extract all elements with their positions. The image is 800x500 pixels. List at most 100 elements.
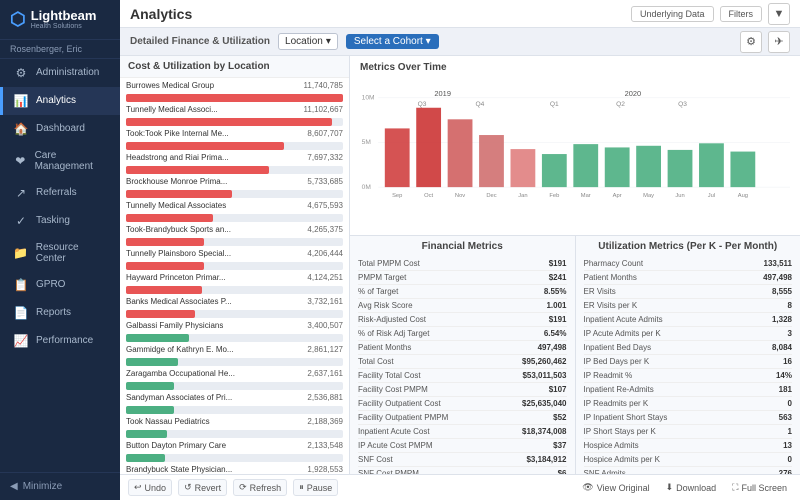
- share-icon-button[interactable]: ✈: [768, 31, 790, 53]
- sidebar-item-label: GPRO: [36, 279, 65, 290]
- sidebar-item-performance[interactable]: 📈 Performance: [0, 327, 120, 355]
- svg-text:Feb: Feb: [549, 193, 559, 199]
- metrics-row: SNF Cost PMPM $6: [358, 467, 567, 474]
- metrics-key: Hospice Admits per K: [584, 455, 660, 464]
- metrics-key: IP Readmits per K: [584, 399, 649, 408]
- svg-text:2020: 2020: [625, 89, 642, 98]
- full-screen-button[interactable]: ⛶ Full Screen: [727, 480, 792, 495]
- download-button[interactable]: ⬇ Download: [661, 480, 722, 495]
- metrics-key: Hospice Admits: [584, 441, 639, 450]
- list-item: Zaragamba Occupational He... 2,637,161: [126, 369, 343, 390]
- sidebar-item-label: Dashboard: [36, 123, 85, 134]
- metrics-row: Facility Outpatient Cost $25,635,040: [358, 397, 567, 411]
- undo-button[interactable]: ↩ Undo: [128, 479, 172, 496]
- metrics-value: 133,511: [764, 259, 792, 268]
- metrics-row: ER Visits per K 8: [584, 299, 793, 313]
- bar-fill: [126, 94, 343, 102]
- refresh-label: Refresh: [250, 483, 282, 493]
- settings-icon-button[interactable]: ⚙: [740, 31, 762, 53]
- bar-value: 5,733,685: [307, 177, 343, 186]
- sidebar-item-analytics[interactable]: 📊 Analytics: [0, 87, 120, 115]
- full-screen-label: Full Screen: [741, 483, 787, 493]
- metrics-key: Facility Cost PMPM: [358, 385, 428, 394]
- sidebar-item-tasking[interactable]: ✓ Tasking: [0, 207, 120, 235]
- metrics-row: % of Risk Adj Target 6.54%: [358, 327, 567, 341]
- sidebar: ⬡ Lightbeam Health Solutions Rosenberger…: [0, 0, 120, 500]
- cohort-select[interactable]: Select a Cohort ▾: [346, 34, 439, 49]
- utilization-metrics-panel: Utilization Metrics (Per K - Per Month) …: [576, 236, 800, 474]
- user-info: Rosenberger, Eric: [0, 40, 120, 59]
- list-item: Sandyman Associates of Pri... 2,536,881: [126, 393, 343, 414]
- filter-icon-button[interactable]: ▼: [768, 3, 790, 25]
- metrics-row: Hospice Admits 13: [584, 439, 793, 453]
- metrics-value: $95,260,462: [522, 357, 567, 366]
- sidebar-item-reports[interactable]: 📄 Reports: [0, 299, 120, 327]
- svg-text:Q1: Q1: [550, 101, 559, 108]
- refresh-button[interactable]: ⟳ Refresh: [233, 479, 287, 496]
- metrics-value: 8,555: [772, 287, 792, 296]
- list-item: Button Dayton Primary Care 2,133,548: [126, 441, 343, 462]
- svg-text:Q3: Q3: [418, 101, 427, 108]
- underlying-data-button[interactable]: Underlying Data: [631, 6, 714, 22]
- sidebar-item-label: Analytics: [36, 95, 76, 106]
- sidebar-item-administration[interactable]: ⚙ Administration: [0, 59, 120, 87]
- metrics-value: $25,635,040: [522, 399, 567, 408]
- download-label: Download: [676, 483, 716, 493]
- bar-value: 2,637,161: [307, 369, 343, 378]
- svg-text:0M: 0M: [362, 184, 371, 191]
- bar-value: 4,265,375: [307, 225, 343, 234]
- metrics-value: 14%: [776, 371, 792, 380]
- svg-text:Sep: Sep: [392, 193, 402, 199]
- metrics-value: 1: [788, 427, 792, 436]
- metrics-key: Facility Outpatient Cost: [358, 399, 441, 408]
- bar-label: Zaragamba Occupational He...: [126, 369, 235, 378]
- metrics-value: 8.55%: [544, 287, 567, 296]
- page-title: Analytics: [130, 6, 192, 22]
- metrics-row: SNF Cost $3,184,912: [358, 453, 567, 467]
- metrics-row: Total Cost $95,260,462: [358, 355, 567, 369]
- gpro-icon: 📋: [13, 278, 29, 292]
- sidebar-item-label: Reports: [36, 307, 71, 318]
- filterbar-label: Detailed Finance & Utilization: [130, 36, 270, 47]
- sidebar-item-gpro[interactable]: 📋 GPRO: [0, 271, 120, 299]
- metrics-value: 563: [779, 413, 792, 422]
- list-item: Brandybuck State Physician... 1,928,553: [126, 465, 343, 474]
- minimize-button[interactable]: ◀ Minimize: [0, 472, 120, 500]
- metrics-key: PMPM Target: [358, 273, 406, 282]
- metrics-key: ER Visits per K: [584, 301, 638, 310]
- utilization-metrics-title: Utilization Metrics (Per K - Per Month): [584, 241, 793, 252]
- sidebar-item-dashboard[interactable]: 🏠 Dashboard: [0, 115, 120, 143]
- dashboard-icon: 🏠: [13, 122, 29, 136]
- bar-fill: [126, 214, 213, 222]
- sidebar-item-care-management[interactable]: ❤ Care Management: [0, 143, 120, 179]
- sidebar-item-label: Administration: [36, 67, 99, 78]
- bar-value: 2,861,127: [307, 345, 343, 354]
- metrics-value: $52: [553, 413, 566, 422]
- metrics-key: % of Target: [358, 287, 398, 296]
- sidebar-item-referrals[interactable]: ↗ Referrals: [0, 179, 120, 207]
- minimize-label: Minimize: [23, 481, 62, 492]
- bar-track: [126, 142, 343, 150]
- logo-name: Lightbeam: [31, 8, 97, 23]
- bar-label: Brandybuck State Physician...: [126, 465, 232, 474]
- bar-value: 11,740,785: [304, 81, 343, 90]
- revert-button[interactable]: ↺ Revert: [178, 479, 227, 496]
- bar-fill: [126, 166, 269, 174]
- view-original-button[interactable]: 👁 View Original: [577, 480, 654, 495]
- view-original-icon: 👁: [582, 482, 593, 493]
- undo-icon: ↩: [134, 482, 142, 493]
- sidebar-item-resource-center[interactable]: 📁 Resource Center: [0, 235, 120, 271]
- bar-fill: [126, 382, 174, 390]
- metrics-row: PMPM Target $241: [358, 271, 567, 285]
- bottombar: ↩ Undo ↺ Revert ⟳ Refresh ⏸ Pause 👁 View…: [120, 474, 800, 500]
- pause-button[interactable]: ⏸ Pause: [293, 479, 338, 496]
- bar-track: [126, 214, 343, 222]
- bar-value: 2,133,548: [307, 441, 343, 450]
- metrics-value: $37: [553, 441, 566, 450]
- sidebar-item-label: Referrals: [36, 187, 77, 198]
- metrics-key: Pharmacy Count: [584, 259, 644, 268]
- filters-button[interactable]: Filters: [720, 6, 763, 22]
- location-select[interactable]: Location ▾: [278, 33, 338, 50]
- metrics-row: SNF Admits 276: [584, 467, 793, 474]
- main-content: Analytics Underlying Data Filters ▼ Deta…: [120, 0, 800, 500]
